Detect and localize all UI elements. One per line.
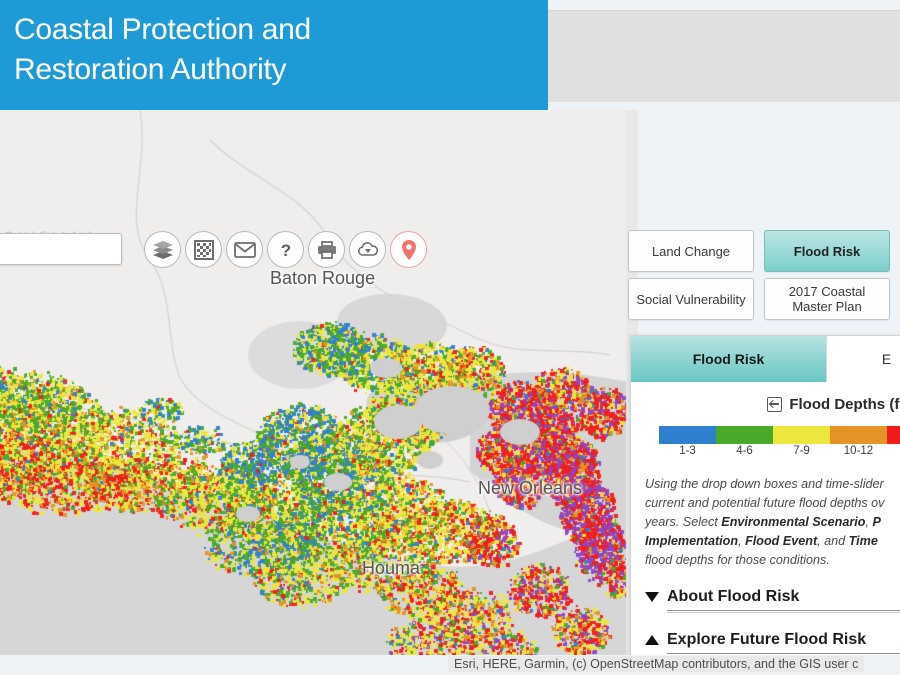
app-root: Coastal Protection and Restoration Autho… — [0, 0, 900, 675]
legend-header: Flood Depths (feet — [739, 396, 900, 413]
accordion-about-flood-risk-header[interactable]: About Flood Risk — [645, 588, 900, 606]
panel-tab-flood-risk[interactable]: Flood Risk — [631, 336, 827, 382]
banner-strip: Coastal Protection and Restoration Autho… — [0, 0, 900, 110]
panel-tab-secondary[interactable]: E — [827, 336, 900, 382]
accordion-divider — [667, 610, 900, 613]
map-viewport[interactable]: LOUISIANA Baton Rouge New Orleans Houma — [0, 110, 900, 655]
legend-label-7-9: 7-9 — [793, 445, 810, 457]
legend-label-4-6: 4-6 — [736, 445, 753, 457]
legend-label-1-3: 1-3 — [679, 445, 696, 457]
legend-swatch-13plus — [887, 426, 900, 444]
legend-label-13plus: 1 — [887, 445, 900, 457]
theme-button-social-vulnerability[interactable]: Social Vulnerability — [628, 278, 754, 320]
legend-swatch-10-12 — [830, 426, 887, 444]
map-label-houma: Houma — [362, 558, 421, 578]
accordion-explore-future-flood-risk[interactable]: Explore Future Flood Risk — [645, 631, 900, 655]
print-icon[interactable] — [308, 231, 345, 268]
location-pin-icon[interactable] — [390, 231, 427, 268]
search-box[interactable] — [0, 233, 122, 265]
layers-icon[interactable] — [144, 231, 181, 268]
map-tool-icons: ? — [144, 231, 427, 268]
svg-text:?: ? — [280, 241, 290, 260]
legend-swatch-7-9 — [773, 426, 830, 444]
flood-risk-panel: Flood Risk E Flood Depths (feet 1-3 — [630, 335, 900, 655]
email-icon[interactable] — [226, 231, 263, 268]
basemap-grid-icon[interactable] — [185, 231, 222, 268]
collapse-legend-icon[interactable] — [767, 397, 783, 412]
theme-button-land-change[interactable]: Land Change — [628, 230, 754, 272]
download-icon[interactable] — [349, 231, 386, 268]
accordion-about-flood-risk-label: About Flood Risk — [667, 588, 800, 605]
panel-description: Using the drop down boxes and time-slide… — [645, 477, 885, 567]
accordion-explore-future-flood-risk-header[interactable]: Explore Future Flood Risk — [645, 631, 900, 649]
theme-button-flood-risk[interactable]: Flood Risk — [764, 230, 890, 272]
theme-button-group: Land Change Flood Risk Social Vulnerabil… — [628, 230, 890, 320]
page-title: Coastal Protection and Restoration Autho… — [14, 13, 311, 86]
legend-swatch-4-6 — [716, 426, 773, 444]
legend-swatch-1-3 — [659, 426, 716, 444]
legend-color-bar — [659, 426, 900, 444]
theme-button-coastal-master-plan[interactable]: 2017 Coastal Master Plan — [764, 278, 890, 320]
attribution-text: Esri, HERE, Garmin, (c) OpenStreetMap co… — [448, 656, 865, 672]
banner-grey-area — [548, 10, 900, 102]
legend-label-row: 1-3 4-6 7-9 10-12 1 — [659, 445, 900, 457]
panel-body: Flood Depths (feet 1-3 4-6 7-9 10-12 1 U — [631, 382, 900, 655]
accordion-explore-future-flood-risk-label: Explore Future Flood Risk — [667, 631, 867, 648]
legend-label-10-12: 10-12 — [843, 445, 874, 457]
map-label-baton-rouge: Baton Rouge — [270, 268, 376, 288]
help-icon[interactable]: ? — [267, 231, 304, 268]
accordion-about-flood-risk[interactable]: About Flood Risk — [645, 588, 900, 613]
attribution-bar: Esri, HERE, Garmin, (c) OpenStreetMap co… — [0, 655, 900, 675]
panel-tab-bar: Flood Risk E — [631, 336, 900, 382]
chevron-down-icon — [645, 592, 659, 602]
legend-title: Flood Depths (feet — [789, 396, 900, 413]
chevron-up-icon — [645, 635, 659, 645]
agency-banner: Coastal Protection and Restoration Autho… — [0, 0, 548, 110]
map-label-new-orleans: New Orleans — [478, 478, 583, 498]
search-input[interactable] — [0, 234, 121, 264]
